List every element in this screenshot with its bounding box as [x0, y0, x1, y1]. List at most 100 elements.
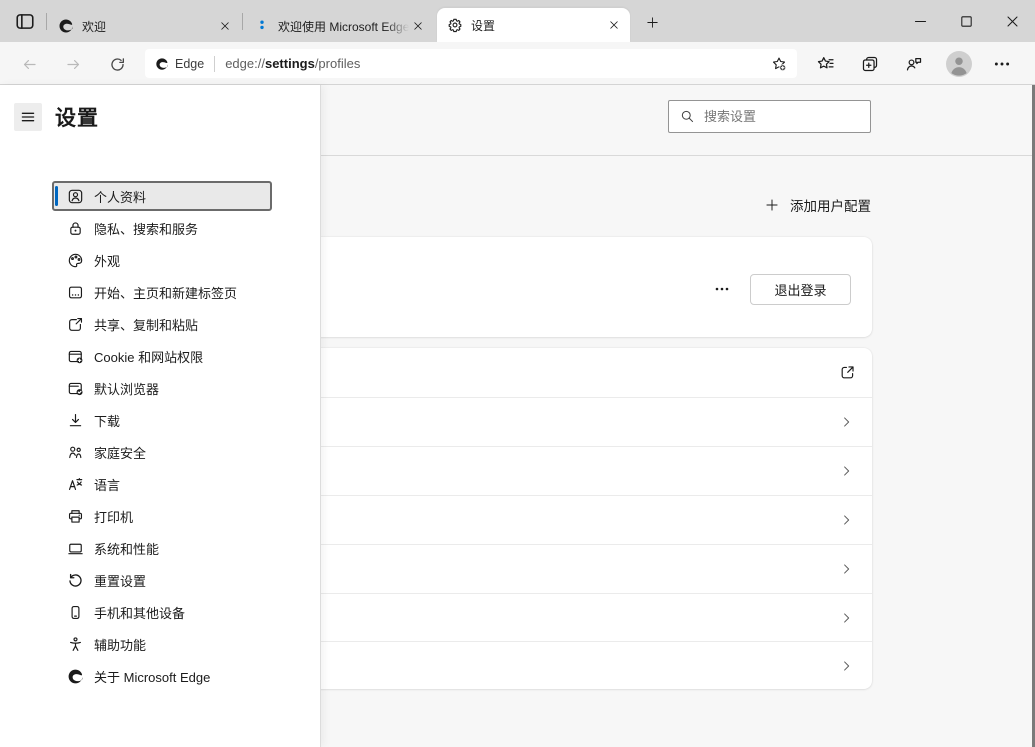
share-copy-paste-icon [67, 316, 84, 333]
edge-logo-icon [58, 18, 74, 34]
tab-welcome-edge[interactable]: 欢迎使用 Microsoft Edge [244, 10, 434, 42]
sidebar-item[interactable]: 关于 Microsoft Edge [52, 661, 272, 691]
sidebar-item-label: 个人资料 [94, 187, 146, 206]
settings-list-row[interactable] [240, 544, 872, 593]
tab-close-button[interactable] [409, 18, 426, 35]
tab-close-button[interactable] [216, 18, 233, 35]
sidebar-item[interactable]: 重置设置 [52, 565, 272, 595]
settings-list-row[interactable] [240, 348, 872, 397]
tab-title: 欢迎使用 Microsoft Edge [278, 18, 409, 35]
settings-list-row[interactable] [240, 397, 872, 446]
sidebar-item[interactable]: 隐私、搜索和服务 [52, 213, 272, 243]
downloads-icon [67, 412, 84, 429]
chevron-right-icon [841, 465, 853, 477]
sidebar-item[interactable]: 个人资料 [52, 181, 272, 211]
sidebar-item[interactable]: 系统和性能 [52, 533, 272, 563]
browser-window: 欢迎 欢迎使用 Microsoft Edge 设置 Ed [0, 0, 1035, 747]
languages-icon [67, 476, 84, 493]
window-controls [897, 0, 1035, 42]
sidebar-item[interactable]: 手机和其他设备 [52, 597, 272, 627]
blue-dots-icon [254, 18, 270, 34]
menu-toggle-button[interactable] [14, 103, 42, 131]
settings-list-row[interactable] [240, 495, 872, 544]
sidebar-item[interactable]: 辅助功能 [52, 629, 272, 659]
settings-search[interactable] [668, 100, 871, 133]
sidebar-item-label: 默认浏览器 [94, 379, 159, 398]
settings-list-row[interactable] [240, 593, 872, 641]
selected-accent-bar [55, 186, 58, 206]
chevron-right-icon [841, 416, 853, 428]
browser-menu-button[interactable] [988, 50, 1016, 78]
default-browser-icon [67, 380, 84, 397]
site-badge[interactable]: Edge [155, 57, 204, 71]
start-home-icon [67, 284, 84, 301]
chevron-right-icon [841, 563, 853, 575]
toolbar: Edge edge://settings/profiles [0, 42, 1035, 85]
close-icon [220, 21, 230, 31]
sidebar-item-label: 辅助功能 [94, 635, 146, 654]
family-safety-icon [67, 444, 84, 461]
sidebar-item[interactable]: 共享、复制和粘贴 [52, 309, 272, 339]
profile-more-button[interactable] [711, 281, 733, 297]
sidebar-item[interactable]: 外观 [52, 245, 272, 275]
sidebar-item[interactable]: 开始、主页和新建标签页 [52, 277, 272, 307]
chevron-right-icon [841, 514, 853, 526]
minimize-button[interactable] [897, 0, 943, 42]
sidebar-item[interactable]: 语言 [52, 469, 272, 499]
appearance-icon [67, 252, 84, 269]
phone-devices-icon [67, 604, 84, 621]
sidebar-item-label: 重置设置 [94, 571, 146, 590]
chevron-right-icon [841, 660, 853, 672]
settings-list-row[interactable] [240, 446, 872, 495]
hamburger-icon [20, 109, 36, 125]
refresh-button[interactable] [104, 51, 130, 77]
sidebar-item-label: 手机和其他设备 [94, 603, 185, 622]
collections-button[interactable] [856, 50, 884, 78]
address-separator [214, 56, 215, 72]
avatar-icon [946, 51, 972, 77]
window-close-icon [1005, 14, 1020, 29]
plus-icon [765, 198, 779, 212]
search-input[interactable] [704, 109, 862, 124]
close-icon [413, 21, 423, 31]
sidebar-item[interactable]: 默认浏览器 [52, 373, 272, 403]
close-window-button[interactable] [989, 0, 1035, 42]
sidebar-item[interactable]: 家庭安全 [52, 437, 272, 467]
person-badge-icon [67, 188, 84, 205]
signout-button[interactable]: 退出登录 [750, 274, 851, 305]
chevron-right-icon [841, 612, 853, 624]
settings-page: 添加用户配置 退出登录 设置 个人资料隐私、搜索和服务外观开始、主页和新建标签页… [0, 85, 1035, 747]
minimize-icon [913, 14, 928, 29]
forward-button[interactable] [60, 51, 86, 77]
tab-separator [242, 13, 243, 30]
tab-separator [46, 13, 47, 30]
address-bar[interactable]: Edge edge://settings/profiles [145, 49, 797, 78]
sidebar-item[interactable]: 下载 [52, 405, 272, 435]
profile-avatar-button[interactable] [946, 51, 972, 77]
sidebar-item-label: Cookie 和网站权限 [94, 347, 203, 366]
favorites-button[interactable] [812, 50, 840, 78]
sidebar-item[interactable]: Cookie 和网站权限 [52, 341, 272, 371]
add-favorite-button[interactable] [767, 52, 791, 76]
sidebar-item[interactable]: 打印机 [52, 501, 272, 531]
settings-nav: 个人资料隐私、搜索和服务外观开始、主页和新建标签页共享、复制和粘贴 Cookie … [52, 181, 272, 693]
new-tab-button[interactable] [641, 11, 663, 33]
add-profile-button[interactable]: 添加用户配置 [765, 190, 871, 220]
url-text: edge://settings/profiles [225, 56, 360, 71]
accessibility-icon [67, 636, 84, 653]
collections-icon [861, 55, 879, 73]
more-horizontal-icon [993, 55, 1011, 73]
plus-icon [646, 16, 659, 29]
back-button[interactable] [16, 51, 42, 77]
feedback-button[interactable] [900, 50, 928, 78]
sidebar-item-label: 家庭安全 [94, 443, 146, 462]
settings-list-row[interactable] [240, 641, 872, 689]
tab-welcome[interactable]: 欢迎 [48, 10, 241, 42]
tab-bar: 欢迎 欢迎使用 Microsoft Edge 设置 [0, 0, 1035, 42]
sidebar-item-label: 语言 [94, 475, 120, 494]
privacy-lock-icon [67, 220, 84, 237]
maximize-button[interactable] [943, 0, 989, 42]
tab-actions-icon[interactable] [12, 10, 38, 33]
tab-close-button[interactable] [605, 17, 622, 34]
tab-settings[interactable]: 设置 [437, 8, 630, 42]
